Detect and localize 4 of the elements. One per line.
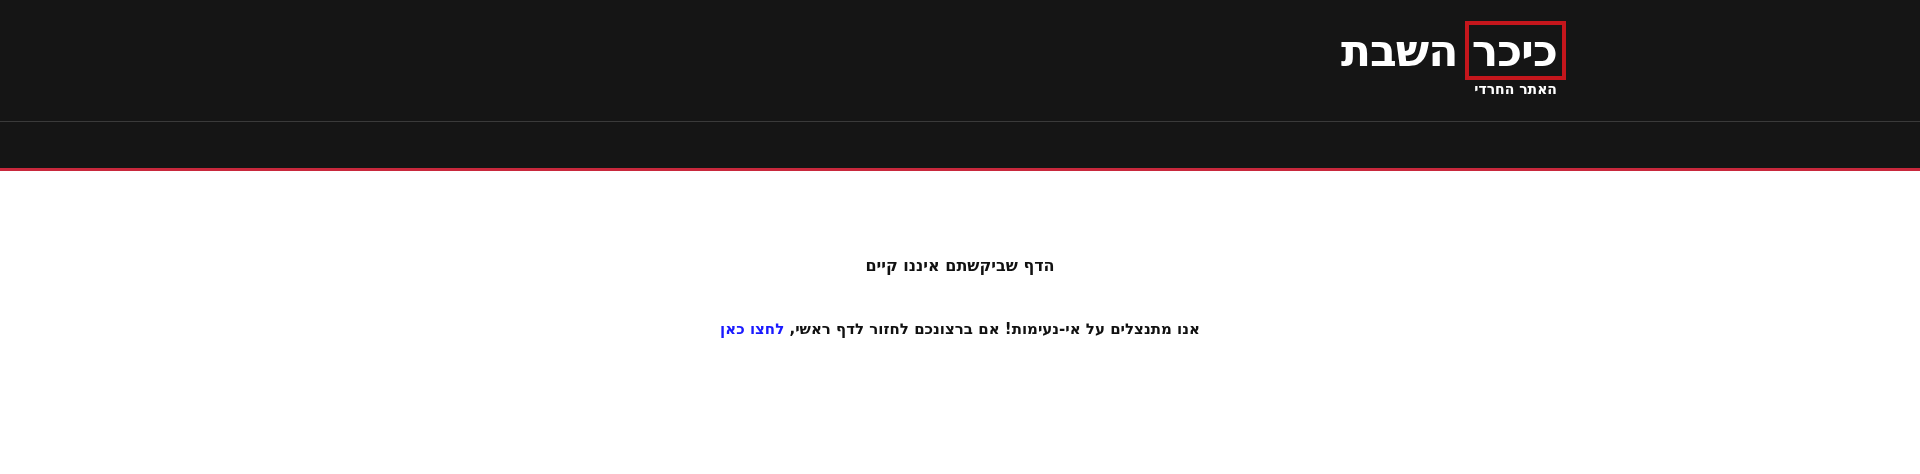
logo[interactable]: כיכר השבת האתר החרדי (1330, 18, 1567, 103)
error-title: הדף שביקשתם איננו קיים (864, 255, 1056, 277)
error-message: אנו מתנצלים על אי-נעימות! אם ברצונכם לחזור לדף ראשי, לחצו כאן (719, 319, 1201, 340)
home-link[interactable]: לחצו כאן (720, 320, 785, 338)
